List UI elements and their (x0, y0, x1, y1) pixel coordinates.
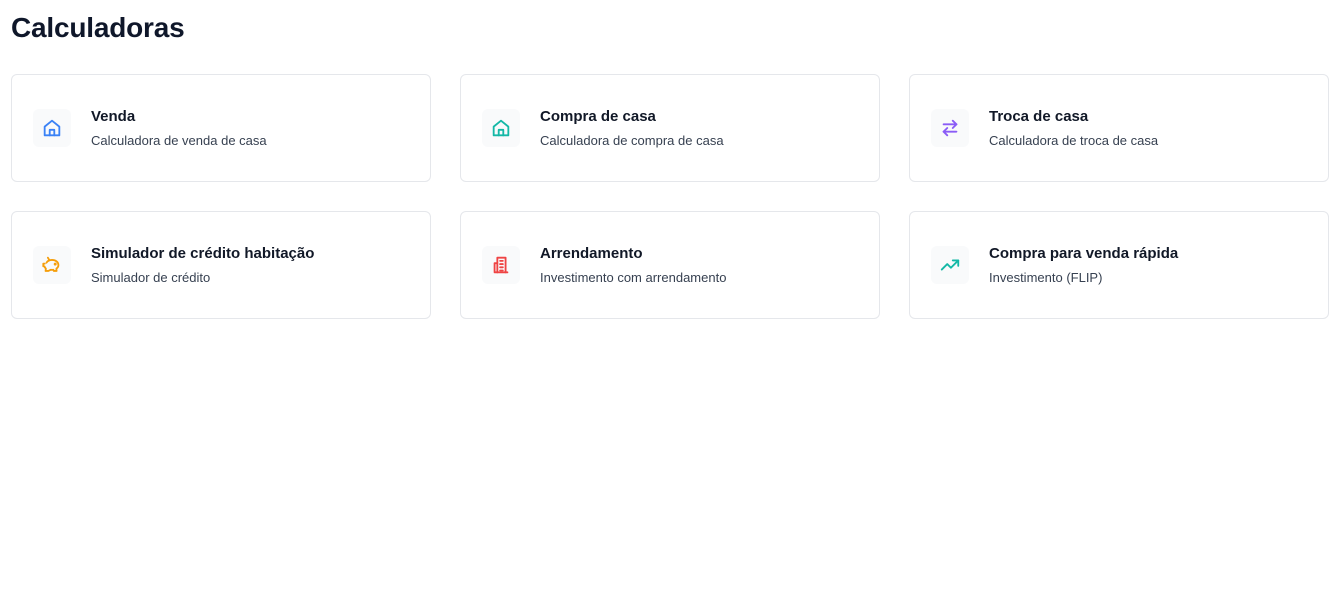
calculator-card-compra-de-casa[interactable]: Compra de casa Calculadora de compra de … (460, 74, 880, 182)
calculators-page: Calculadoras Venda Calculadora de venda … (0, 0, 1340, 602)
card-title: Compra para venda rápida (989, 244, 1179, 262)
calculator-card-simulador-credito[interactable]: Simulador de crédito habitação Simulador… (11, 211, 431, 319)
swap-arrows-icon (942, 119, 958, 137)
card-subtitle: Calculadora de venda de casa (91, 132, 267, 148)
card-subtitle: Investimento (FLIP) (989, 269, 1103, 285)
calculator-card-venda[interactable]: Venda Calculadora de venda de casa (11, 74, 431, 182)
card-title: Arrendamento (540, 244, 643, 262)
card-subtitle: Simulador de crédito (91, 269, 211, 285)
card-title: Troca de casa (989, 107, 1089, 125)
card-icon-box (482, 109, 520, 147)
card-title: Venda (91, 107, 136, 125)
piggy-bank-icon (42, 256, 60, 272)
building-icon (493, 256, 509, 274)
card-icon-box (33, 109, 71, 147)
card-title: Simulador de crédito habitação (91, 244, 315, 262)
home-icon (43, 119, 61, 137)
card-title: Compra de casa (540, 107, 656, 125)
calculator-card-arrendamento[interactable]: Arrendamento Investimento com arrendamen… (460, 211, 880, 319)
card-subtitle: Investimento com arrendamento (540, 269, 727, 285)
card-icon-box (931, 109, 969, 147)
page-title: Calculadoras (11, 12, 185, 43)
card-subtitle: Calculadora de troca de casa (989, 132, 1159, 148)
calculators-grid: Venda Calculadora de venda de casa Compr… (11, 74, 1329, 319)
trending-up-icon (940, 259, 960, 271)
calculator-card-troca-de-casa[interactable]: Troca de casa Calculadora de troca de ca… (909, 74, 1329, 182)
home-icon (492, 119, 510, 137)
card-icon-box (482, 246, 520, 284)
card-icon-box (33, 246, 71, 284)
calculator-card-flip[interactable]: Compra para venda rápida Investimento (F… (909, 211, 1329, 319)
card-subtitle: Calculadora de compra de casa (540, 132, 724, 148)
card-icon-box (931, 246, 969, 284)
